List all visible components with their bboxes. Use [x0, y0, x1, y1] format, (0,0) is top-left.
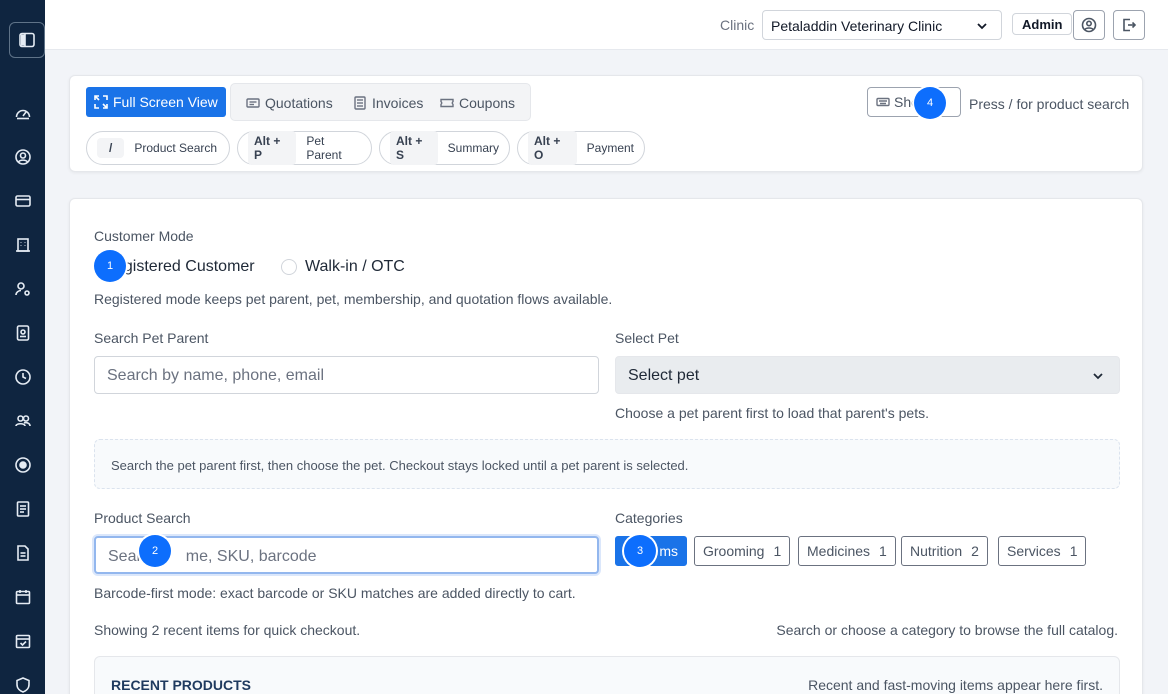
- chip-payment[interactable]: Alt + O Payment: [517, 131, 645, 165]
- category-active-label: ms: [659, 543, 678, 559]
- tour-marker-4[interactable]: 4: [914, 87, 946, 119]
- logout-icon: [1123, 18, 1137, 32]
- chip-key: /: [97, 138, 125, 158]
- tour-marker-3[interactable]: 3: [624, 535, 656, 567]
- category-services[interactable]: Services 1: [998, 536, 1087, 566]
- product-search-help: Barcode-first mode: exact barcode or SKU…: [94, 585, 576, 601]
- users-icon[interactable]: [12, 410, 34, 432]
- pet-parent-placeholder: Search by name, phone, email: [107, 367, 325, 384]
- calendar-icon[interactable]: [12, 586, 34, 608]
- user-circle-icon[interactable]: [12, 146, 34, 168]
- quotation-icon: [246, 98, 260, 108]
- info-message-text: Search the pet parent first, then choose…: [111, 458, 689, 473]
- invoice-icon: [354, 96, 366, 110]
- toolbar-card: Full Screen View Quotations Invoices Cou…: [69, 75, 1143, 172]
- registered-customer-label[interactable]: egistered Customer: [115, 258, 255, 276]
- category-name: Medicines: [807, 543, 871, 559]
- category-name: Services: [1007, 543, 1061, 559]
- expand-icon: [94, 95, 108, 109]
- gauge-icon[interactable]: [12, 102, 34, 124]
- tour-marker-1[interactable]: 1: [94, 250, 126, 282]
- product-search-label: Product Search: [94, 510, 191, 526]
- shortcut-hint: Press / for product search: [969, 96, 1130, 112]
- chip-label: Pet Parent: [306, 134, 342, 162]
- category-medicines[interactable]: Medicines 1: [798, 536, 896, 566]
- category-grooming[interactable]: Grooming 1: [694, 536, 791, 566]
- logout-button[interactable]: [1113, 10, 1145, 40]
- role-badge: Admin: [1012, 13, 1073, 35]
- coupons-link[interactable]: Coupons: [440, 95, 515, 111]
- user-circle-icon: [1081, 17, 1097, 33]
- category-count: 1: [879, 543, 887, 559]
- chip-label: Product Search: [134, 141, 218, 155]
- chip-label: Payment: [586, 141, 634, 155]
- panel-icon: [19, 32, 35, 48]
- category-nutrition[interactable]: Nutrition 2: [901, 536, 988, 566]
- quotations-label: Quotations: [265, 95, 333, 111]
- chip-label: Summary: [447, 141, 499, 155]
- chevron-down-icon: [977, 23, 987, 30]
- select-pet-label: Select Pet: [615, 330, 679, 346]
- recent-products-title: RECENT PRODUCTS: [111, 677, 252, 693]
- recent-products-note: Recent and fast-moving items appear here…: [808, 677, 1103, 693]
- sidebar: [0, 0, 45, 694]
- category-count: 2: [971, 543, 979, 559]
- shield-icon[interactable]: [12, 674, 34, 694]
- quotations-link[interactable]: Quotations: [246, 95, 333, 111]
- id-card-icon[interactable]: [12, 322, 34, 344]
- clinic-label: Clinic: [720, 17, 755, 33]
- calendar-check-icon[interactable]: [12, 630, 34, 652]
- tour-marker-2[interactable]: 2: [139, 535, 171, 567]
- chevron-down-icon: [1093, 373, 1103, 380]
- chip-key: Alt + O: [528, 131, 577, 165]
- chip-product-search[interactable]: / Product Search: [86, 131, 230, 165]
- info-message: Search the pet parent first, then choose…: [94, 439, 1120, 489]
- search-pet-parent-label: Search Pet Parent: [94, 330, 209, 346]
- walk-in-radio[interactable]: [281, 259, 297, 275]
- categories-label: Categories: [615, 510, 683, 526]
- user-cog-icon[interactable]: [12, 278, 34, 300]
- profile-button[interactable]: [1073, 10, 1105, 40]
- category-count: 1: [773, 543, 782, 559]
- customer-mode-label: Customer Mode: [94, 228, 194, 244]
- showing-recent-text: Showing 2 recent items for quick checkou…: [94, 622, 361, 638]
- chip-pet-parent[interactable]: Alt + P Pet Parent: [237, 131, 372, 165]
- invoices-label: Invoices: [372, 95, 424, 111]
- full-screen-view-label: Full Screen View: [113, 94, 218, 110]
- category-count: 1: [1069, 543, 1078, 559]
- product-placeholder-start: Sear: [108, 548, 142, 565]
- clock-icon[interactable]: [12, 366, 34, 388]
- credit-card-icon[interactable]: [12, 190, 34, 212]
- contacts-icon[interactable]: [12, 498, 34, 520]
- full-screen-view-button[interactable]: Full Screen View: [86, 87, 226, 117]
- pet-select[interactable]: Select pet: [615, 356, 1120, 394]
- clinic-select[interactable]: Petaladdin Veterinary Clinic: [762, 10, 1002, 40]
- topbar: Clinic Petaladdin Veterinary Clinic Admi…: [45, 0, 1168, 50]
- keyboard-icon: [876, 97, 890, 107]
- toolbar-nav-group: Quotations Invoices Coupons: [230, 83, 531, 121]
- target-icon[interactable]: [12, 454, 34, 476]
- invoices-link[interactable]: Invoices: [353, 95, 423, 111]
- customer-mode-help: Registered mode keeps pet parent, pet, m…: [94, 291, 613, 307]
- sidebar-toggle-button[interactable]: [9, 22, 45, 58]
- recent-products-panel: RECENT PRODUCTS Recent and fast-moving i…: [94, 656, 1120, 694]
- walk-in-label[interactable]: Walk-in / OTC: [305, 258, 405, 276]
- chip-key: Alt + S: [390, 131, 438, 165]
- product-placeholder-end: me, SKU, barcode: [185, 548, 317, 565]
- category-name: Nutrition: [910, 543, 963, 559]
- coupon-icon: [440, 98, 454, 108]
- pet-select-help: Choose a pet parent first to load that p…: [615, 405, 929, 421]
- coupons-label: Coupons: [459, 95, 516, 111]
- checkout-form-card: Customer Mode egistered Customer Walk-in…: [69, 198, 1143, 694]
- building-icon[interactable]: [12, 234, 34, 256]
- clinic-selected-value: Petaladdin Veterinary Clinic: [771, 18, 943, 34]
- category-name: Grooming: [703, 543, 765, 559]
- browse-catalog-text: Search or choose a category to browse th…: [776, 622, 1118, 638]
- chip-key: Alt + P: [248, 131, 297, 165]
- document-icon[interactable]: [12, 542, 34, 564]
- pet-parent-search-input[interactable]: Search by name, phone, email: [94, 356, 599, 394]
- chip-summary[interactable]: Alt + S Summary: [379, 131, 510, 165]
- pet-selected-value: Select pet: [628, 367, 700, 384]
